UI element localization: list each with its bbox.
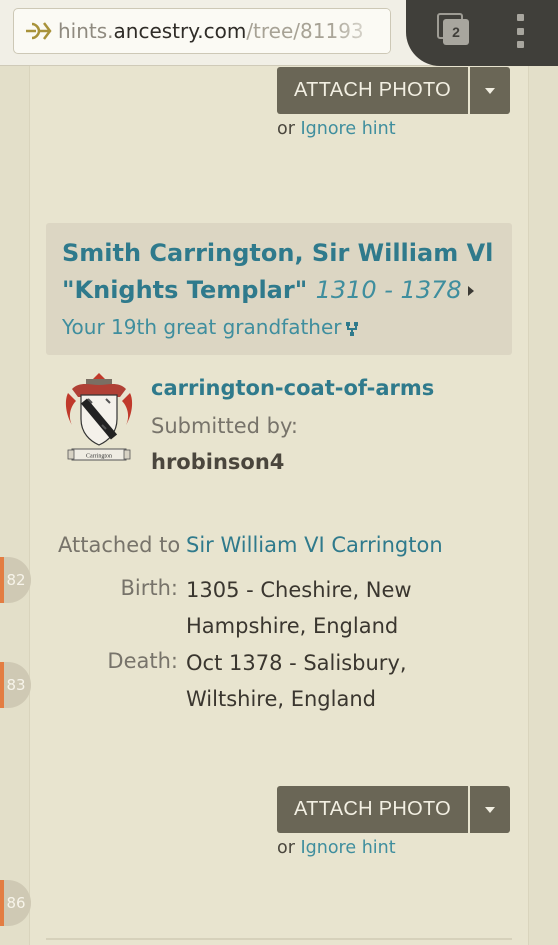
attached-person-link[interactable]: Sir William VI Carrington (186, 533, 443, 557)
person-nickname: "Knights Templar" (62, 276, 308, 304)
death-value: Oct 1378 - Salisbury, Wiltshire, England (186, 651, 407, 711)
person-nickname-line[interactable]: "Knights Templar" 1310 - 1378 (62, 272, 496, 309)
person-dates: 1310 - 1378 (315, 276, 462, 304)
right-gutter (528, 66, 558, 945)
tab-count: 2 (443, 19, 469, 45)
url-domain: ancestry.com (113, 19, 247, 43)
chevron-down-icon (485, 806, 495, 813)
submitter-name[interactable]: hrobinson4 (151, 450, 284, 474)
or-label: or (277, 838, 295, 858)
person-name[interactable]: Smith Carrington, Sir William Vl (62, 235, 496, 272)
tab-switcher-button[interactable]: 2 (437, 13, 471, 47)
coat-scroll-text: Carrington (86, 454, 112, 460)
attach-photo-button[interactable]: ATTACH PHOTO (277, 786, 468, 833)
chevron-right-icon (467, 286, 474, 296)
birth-value: 1305 - Cheshire, New Hampshire, England (186, 578, 412, 638)
attached-to-label: Attached to (58, 533, 181, 557)
submitted-by-label: Submitted by: (151, 414, 298, 438)
attach-options-dropdown[interactable] (470, 786, 510, 833)
attach-options-dropdown[interactable] (470, 67, 510, 114)
attach-photo-group-bottom: ATTACH PHOTO (277, 786, 510, 833)
left-gutter (0, 66, 30, 945)
relationship-line[interactable]: Your 19th great grandfather (62, 312, 496, 342)
coat-of-arms-thumbnail[interactable]: Carrington (62, 371, 136, 463)
birth-label: Birth: (120, 576, 179, 600)
photo-title-link[interactable]: carrington-coat-of-arms (151, 376, 434, 400)
browser-toolbar: hints. ancestry.com/tree/81193 2 (0, 0, 558, 66)
or-label: or (277, 119, 295, 139)
address-bar[interactable]: hints. ancestry.com/tree/81193 (13, 8, 391, 54)
relationship-tree-icon (345, 321, 358, 336)
death-label: Death: (107, 649, 178, 673)
chevron-down-icon (485, 87, 495, 94)
overflow-menu-icon[interactable] (510, 14, 530, 48)
ignore-hint-row: or Ignore hint (277, 838, 396, 858)
ignore-hint-link[interactable]: Ignore hint (300, 838, 395, 858)
ancestry-leaf-icon (26, 22, 52, 40)
ignore-hint-row: or Ignore hint (277, 119, 396, 139)
attach-photo-group-top: ATTACH PHOTO (277, 67, 510, 114)
next-hint-edge (46, 938, 512, 945)
attach-photo-button[interactable]: ATTACH PHOTO (277, 67, 468, 114)
person-header[interactable]: Smith Carrington, Sir William Vl "Knight… (46, 223, 512, 355)
ignore-hint-link[interactable]: Ignore hint (300, 119, 395, 139)
relationship-text: Your 19th great grandfather (62, 315, 342, 339)
chrome-controls (406, 0, 558, 66)
url-fade (330, 9, 390, 53)
url-host: hints. (58, 19, 114, 43)
